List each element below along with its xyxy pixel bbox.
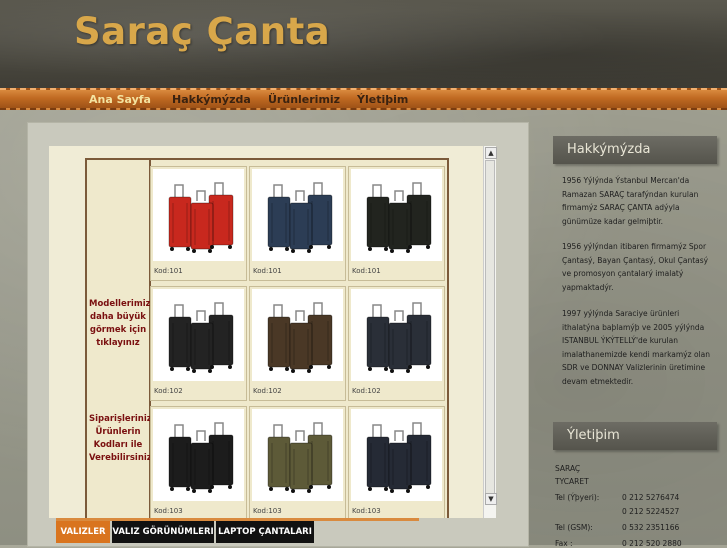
site-header: Saraç Çanta xyxy=(0,0,727,90)
scroll-thumb[interactable] xyxy=(485,160,495,500)
product-code: Kod:101 xyxy=(154,267,183,275)
suitcase-set-black-icon[interactable] xyxy=(351,169,442,261)
contact-heading: Ýletiþim xyxy=(553,422,717,450)
suitcase-set-navy-icon[interactable] xyxy=(252,169,343,261)
product-cell[interactable]: Kod:101 xyxy=(249,166,346,281)
suitcase-set-red-icon[interactable] xyxy=(153,169,244,261)
nav-item-home[interactable]: Ana Sayfa xyxy=(89,93,151,106)
order-hint: Siparişlerinizi Ürünlerin Kodları ile Ve… xyxy=(89,414,155,463)
product-cell[interactable]: Kod:101 xyxy=(150,166,247,281)
product-table: Modellerimizi daha büyük görmek için tık… xyxy=(85,158,449,518)
contact-value-2: 0 212 5224527 xyxy=(622,507,680,516)
tab-valiz-gorunumleri[interactable]: VALIZ GÖRÜNÜMLERI xyxy=(112,521,214,543)
nav-item-contact[interactable]: Ýletiþim xyxy=(357,93,408,106)
product-code: Kod:101 xyxy=(253,267,282,275)
nav-item-products[interactable]: Ürünlerimiz xyxy=(268,93,340,106)
suitcase-set-brown-icon[interactable] xyxy=(252,289,343,381)
suitcase-set-darkgray-icon[interactable] xyxy=(351,289,442,381)
info-column: Modellerimizi daha büyük görmek için tık… xyxy=(87,160,155,518)
product-cell[interactable]: Kod:102 xyxy=(348,286,445,401)
contact-value-4: 0 212 520 2880 xyxy=(622,539,682,548)
product-cell[interactable]: Kod:102 xyxy=(150,286,247,401)
product-cell[interactable]: Kod:101 xyxy=(348,166,445,281)
product-cell[interactable]: Kod:103 xyxy=(150,406,247,518)
about-heading: Hakkýmýzda xyxy=(553,136,717,164)
tab-laptop-cantalari[interactable]: LAPTOP ÇANTALARI xyxy=(216,521,314,543)
vertical-scrollbar[interactable]: ▲ ▼ xyxy=(483,146,497,518)
contact-value-1: 0 212 5276474 xyxy=(622,493,680,502)
contact-label-4: Fax : xyxy=(555,539,573,548)
product-frame[interactable]: Modellerimizi daha büyük görmek için tık… xyxy=(49,146,483,518)
product-code: Kod:103 xyxy=(253,507,282,515)
suitcase-set-navy-icon[interactable] xyxy=(351,409,442,501)
product-cell[interactable]: Kod:102 xyxy=(249,286,346,401)
tab-valizler[interactable]: VALIZLER xyxy=(56,521,110,543)
product-code: Kod:103 xyxy=(154,507,183,515)
site-title[interactable]: Saraç Çanta xyxy=(74,10,330,53)
scroll-down-icon[interactable]: ▼ xyxy=(485,493,497,505)
about-paragraph-3: 1997 yýlýnda Saraciye ürünleri ithalatýn… xyxy=(562,309,710,386)
company-name: SARAÇ TYCARET xyxy=(555,464,589,486)
product-code: Kod:101 xyxy=(352,267,381,275)
scroll-up-icon[interactable]: ▲ xyxy=(485,147,497,159)
main-nav: Ana Sayfa Hakkýmýzda Ürünlerimiz Ýletiþi… xyxy=(0,88,727,110)
contact-label-1: Tel (Ýþyeri): xyxy=(555,493,600,502)
suitcase-set-black-icon[interactable] xyxy=(153,289,244,381)
contact-value-3: 0 532 2351166 xyxy=(622,523,680,532)
contact-label-3: Tel (GSM): xyxy=(555,523,593,532)
about-paragraph-1: 1956 Yýlýnda Ýstanbul Mercan'da Ramazan … xyxy=(562,176,699,226)
product-cell[interactable]: Kod:103 xyxy=(249,406,346,518)
suitcase-set-black-icon[interactable] xyxy=(153,409,244,501)
enlarge-hint: Modellerimizi daha büyük görmek için tık… xyxy=(89,299,154,348)
nav-item-about[interactable]: Hakkýmýzda xyxy=(172,93,251,106)
product-cell[interactable]: Kod:103 xyxy=(348,406,445,518)
product-code: Kod:102 xyxy=(154,387,183,395)
product-code: Kod:102 xyxy=(253,387,282,395)
product-code: Kod:102 xyxy=(352,387,381,395)
suitcase-set-olive-icon[interactable] xyxy=(252,409,343,501)
about-paragraph-2: 1956 yýlýndan itibaren firmamýz Spor Çan… xyxy=(562,242,709,292)
product-code: Kod:103 xyxy=(352,507,381,515)
